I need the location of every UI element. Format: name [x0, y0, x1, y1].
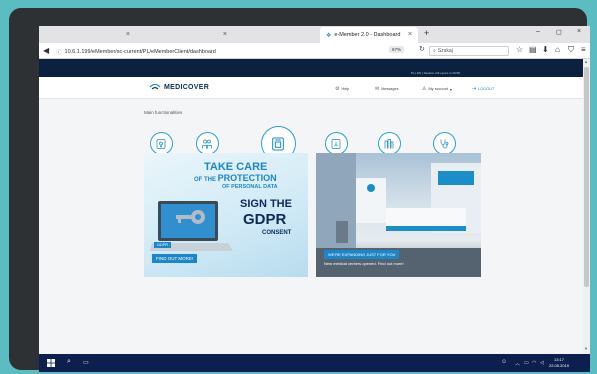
windows-start-icon[interactable]	[47, 359, 55, 367]
function-circle[interactable]	[432, 132, 456, 155]
banner-sign-the: SIGN THE	[240, 198, 292, 210]
session-info: PL | EN | Session will expire in 29:58	[411, 71, 460, 75]
search-input[interactable]: ⌕ Szukaj	[429, 46, 509, 56]
clock-date: 22.05.2019	[549, 363, 570, 368]
expanding-banner-label[interactable]: WE'RE EXPANDING JUST FOR YOU	[324, 250, 400, 259]
search-icon: ⌕	[433, 48, 436, 54]
banner-of-the: OF THE	[194, 177, 216, 183]
close-tab-icon[interactable]: ×	[223, 31, 227, 38]
help-icon: ⚙	[335, 86, 340, 92]
logout-label: LOGOUT	[478, 87, 495, 91]
tablet-frame: × × × ❖e-Member 2.0 - Dashboard × + – ◻ ×…	[9, 8, 590, 372]
office-banner[interactable]: WE'RE EXPANDING JUST FOR YOU New medical…	[316, 153, 481, 277]
battery-icon[interactable]: ▭	[524, 360, 529, 366]
back-icon[interactable]: ◀	[43, 46, 49, 55]
task-view-icon[interactable]: ▭	[83, 359, 89, 366]
dashboard-content: Main functionalities Add Person Person L…	[39, 99, 590, 354]
banner-subheadline: OF THE PROTECTION	[194, 173, 277, 183]
function-circle[interactable]	[377, 132, 401, 155]
add-person-icon	[156, 138, 166, 149]
browser-tab[interactable]: ×	[39, 27, 136, 43]
my-account-label: My account	[428, 87, 448, 91]
chevron-down-icon: ▾	[449, 87, 452, 92]
close-tab-icon[interactable]: ×	[126, 31, 130, 38]
home-icon[interactable]: ⌂	[555, 45, 560, 54]
envelope-icon: ✉	[375, 86, 380, 92]
my-account-link[interactable]: ♙ My account ▾	[422, 86, 452, 92]
company-icon	[384, 138, 394, 148]
stethoscope-icon	[440, 139, 449, 148]
minimize-icon[interactable]: –	[536, 28, 540, 35]
site-header: MEDICOVER ⚙ Help ✉ Messages ♙ My account ▾ ⇥…	[39, 77, 590, 99]
scroll-up-icon[interactable]: ▲	[584, 59, 588, 64]
browser-toolbar: ◀ ⓘ 10.6.1.199/eMember/sc-current/PL/eMem…	[39, 43, 590, 59]
gdpr-banner[interactable]: TAKE CARE OF THE PROTECTION OF PERSONAL …	[144, 153, 308, 277]
function-circle[interactable]	[324, 132, 348, 155]
reading-list-icon[interactable]: ▤	[529, 45, 537, 54]
url-text: 10.6.1.199/eMember/sc-current/PL/eMember…	[64, 48, 216, 55]
banner-protection: PROTECTION	[217, 173, 277, 183]
windows-taskbar: ⌕ ▭ ☺ ︿ ▭ ◠ ◁ 13:17 22.05.2019	[39, 354, 590, 372]
help-link[interactable]: ⚙ Help	[335, 86, 349, 92]
function-circle[interactable]	[149, 132, 173, 155]
reload-icon[interactable]: ↻	[419, 45, 425, 53]
banner-gdpr: GDPR	[243, 211, 287, 228]
medicover-logo-icon	[149, 83, 161, 90]
logout-link[interactable]: ⇥ LOGOUT	[472, 86, 494, 92]
volume-icon[interactable]: ◁	[540, 360, 544, 366]
browser-tab-active[interactable]: ❖ e-Member 2.0 - Dashboard ×	[320, 27, 418, 43]
info-icon: ⓘ	[56, 49, 62, 56]
wifi-icon[interactable]: ◠	[532, 360, 536, 366]
person-list-icon	[202, 139, 212, 148]
menu-icon[interactable]: ≡	[581, 45, 586, 54]
reports-icon	[272, 137, 284, 150]
download-icon[interactable]: ⬇	[542, 45, 549, 54]
gdpr-tag: GDPR	[154, 242, 171, 248]
page-top-strip: PL | EN | Session will expire in 29:58	[39, 59, 590, 77]
new-tab-icon[interactable]: +	[424, 28, 429, 38]
find-out-more-button[interactable]: FIND OUT MORE!	[152, 254, 198, 263]
banner-consent: CONSENT	[262, 230, 292, 236]
invoice-icon	[331, 138, 341, 149]
close-window-icon[interactable]: ×	[577, 28, 581, 35]
user-icon: ♙	[422, 86, 427, 92]
page-scrollbar[interactable]: ▲ ▼	[583, 59, 590, 354]
messages-link[interactable]: ✉ Messages	[375, 86, 399, 92]
scrollbar-thumb[interactable]	[584, 67, 589, 287]
scroll-down-icon[interactable]: ▼	[584, 346, 588, 351]
url-field[interactable]: ⓘ 10.6.1.199/eMember/sc-current/PL/eMembe…	[56, 46, 389, 57]
screen: × × × ❖e-Member 2.0 - Dashboard × + – ◻ ×…	[39, 26, 590, 372]
tab-title: e-Member 2.0 - Dashboard	[334, 32, 401, 38]
messages-label: Messages	[381, 87, 399, 91]
zoom-level[interactable]: 67%	[389, 46, 405, 53]
close-tab-icon[interactable]: ×	[408, 31, 412, 38]
browser-tab[interactable]: ×	[233, 27, 330, 43]
maximize-icon[interactable]: ◻	[556, 28, 562, 36]
search-placeholder: Szukaj	[437, 48, 453, 54]
help-label: Help	[341, 87, 350, 91]
medicover-logo[interactable]: MEDICOVER	[149, 82, 209, 92]
function-circle[interactable]	[195, 132, 219, 155]
medicover-favicon-icon: ❖	[326, 32, 332, 39]
people-icon[interactable]: ☺	[501, 359, 507, 365]
laptop-key-illustration	[150, 201, 233, 251]
search-icon[interactable]: ⌕	[67, 358, 71, 366]
browser-tab-bar: × × × ❖e-Member 2.0 - Dashboard × + – ◻ ×	[39, 26, 590, 43]
taskbar-clock[interactable]: 13:17 22.05.2019	[549, 357, 569, 369]
logo-text: MEDICOVER	[164, 83, 210, 91]
banner-headline: TAKE CARE	[204, 161, 268, 173]
shield-icon[interactable]: ⛉	[568, 45, 574, 55]
banner-personal-data: OF PERSONAL DATA	[222, 184, 278, 190]
main-functionalities-title: Main functionalities	[144, 110, 183, 115]
bookmark-star-icon[interactable]: ☆	[516, 45, 523, 54]
office-banner-caption: New medical centers opened. Find out mor…	[324, 261, 404, 266]
logout-icon: ⇥	[472, 86, 477, 92]
browser-tab[interactable]: ×	[136, 27, 233, 43]
tray-chevron-icon[interactable]: ︿	[515, 360, 520, 367]
